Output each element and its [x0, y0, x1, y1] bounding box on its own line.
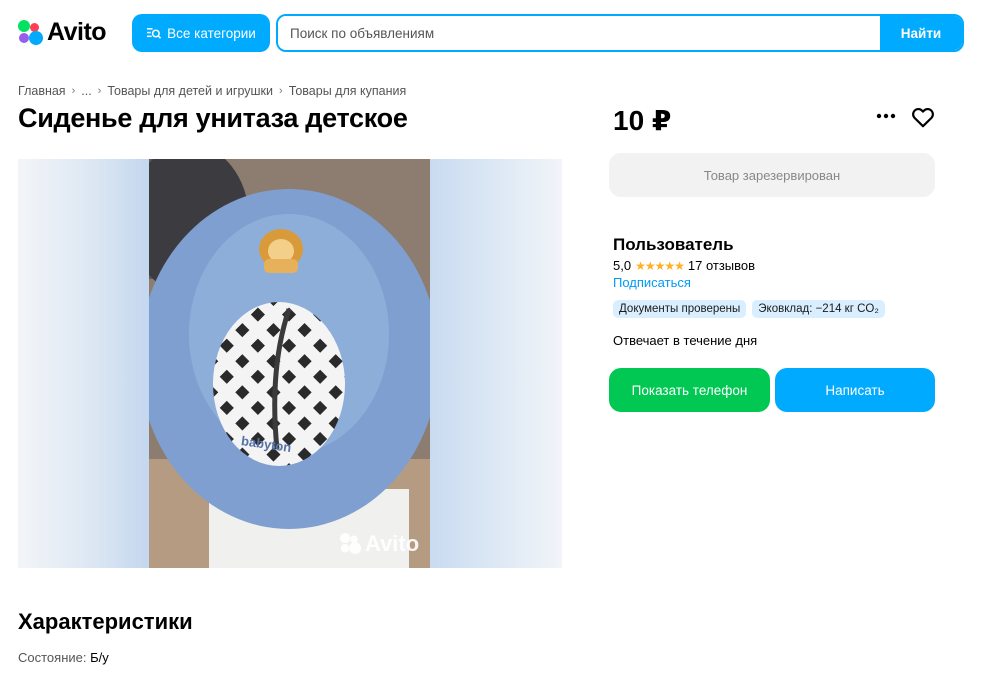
photo-blur-right: [430, 159, 562, 568]
search-input[interactable]: [278, 16, 880, 50]
breadcrumb: Главная › ... › Товары для детей и игруш…: [18, 84, 406, 98]
search-bar: Найти: [276, 14, 964, 52]
subscribe-link[interactable]: Подписаться: [613, 275, 691, 290]
badge-eco-contribution[interactable]: Эковклад: −214 кг CO₂: [752, 300, 885, 318]
chevron-right-icon: ›: [71, 85, 76, 97]
favorite-button[interactable]: [910, 104, 936, 130]
page-title: Сиденье для унитаза детское: [18, 103, 408, 133]
breadcrumb-ellipsis[interactable]: ...: [81, 84, 91, 98]
write-message-button[interactable]: Написать: [775, 368, 935, 412]
photo-blur-left: [18, 159, 149, 568]
avito-watermark: Avito: [340, 531, 419, 557]
seller-rating[interactable]: 5,0 ★★★★★ 17 отзывов: [613, 258, 755, 273]
seller-badges: Документы проверены Эковклад: −214 кг CO…: [613, 300, 885, 318]
breadcrumb-bath-goods[interactable]: Товары для купания: [289, 84, 407, 98]
all-categories-button[interactable]: Все категории: [132, 14, 270, 52]
all-categories-label: Все категории: [167, 25, 256, 41]
ellipsis-icon: [876, 113, 896, 119]
price: 10 ₽: [613, 105, 672, 136]
seller-name[interactable]: Пользователь: [613, 235, 734, 255]
chevron-right-icon: ›: [97, 85, 102, 97]
rating-stars-icon: ★★★★★: [635, 258, 685, 273]
condition-value: Б/у: [90, 650, 109, 665]
logo-dots-icon: [18, 19, 44, 46]
reserved-button[interactable]: Товар зарезервирован: [609, 153, 935, 197]
watermark-text: Avito: [365, 531, 420, 556]
condition-label: Состояние:: [18, 650, 87, 665]
photo-main: babyton: [149, 159, 430, 568]
response-time: Отвечает в течение дня: [613, 333, 758, 348]
categories-search-icon: [147, 27, 162, 39]
more-button[interactable]: [874, 106, 898, 126]
search-button[interactable]: Найти: [880, 16, 962, 50]
potty-seat-image: babyton: [149, 159, 430, 568]
reviews-count[interactable]: 17 отзывов: [688, 258, 755, 273]
avito-watermark-icon: [340, 533, 362, 555]
avito-logo[interactable]: Avito: [18, 18, 107, 47]
breadcrumb-kids-toys[interactable]: Товары для детей и игрушки: [107, 84, 273, 98]
rating-value: 5,0: [613, 258, 632, 273]
listing-photo[interactable]: babyton Avito: [18, 159, 562, 568]
characteristic-condition: Состояние: Б/у: [18, 650, 109, 665]
breadcrumb-home[interactable]: Главная: [18, 84, 66, 98]
logo-text: Avito: [47, 18, 107, 46]
show-phone-button[interactable]: Показать телефон: [609, 368, 770, 412]
heart-icon: [912, 108, 934, 128]
chevron-right-icon: ›: [279, 85, 283, 97]
characteristics-title: Характеристики: [18, 609, 193, 634]
badge-documents-verified[interactable]: Документы проверены: [613, 300, 747, 318]
